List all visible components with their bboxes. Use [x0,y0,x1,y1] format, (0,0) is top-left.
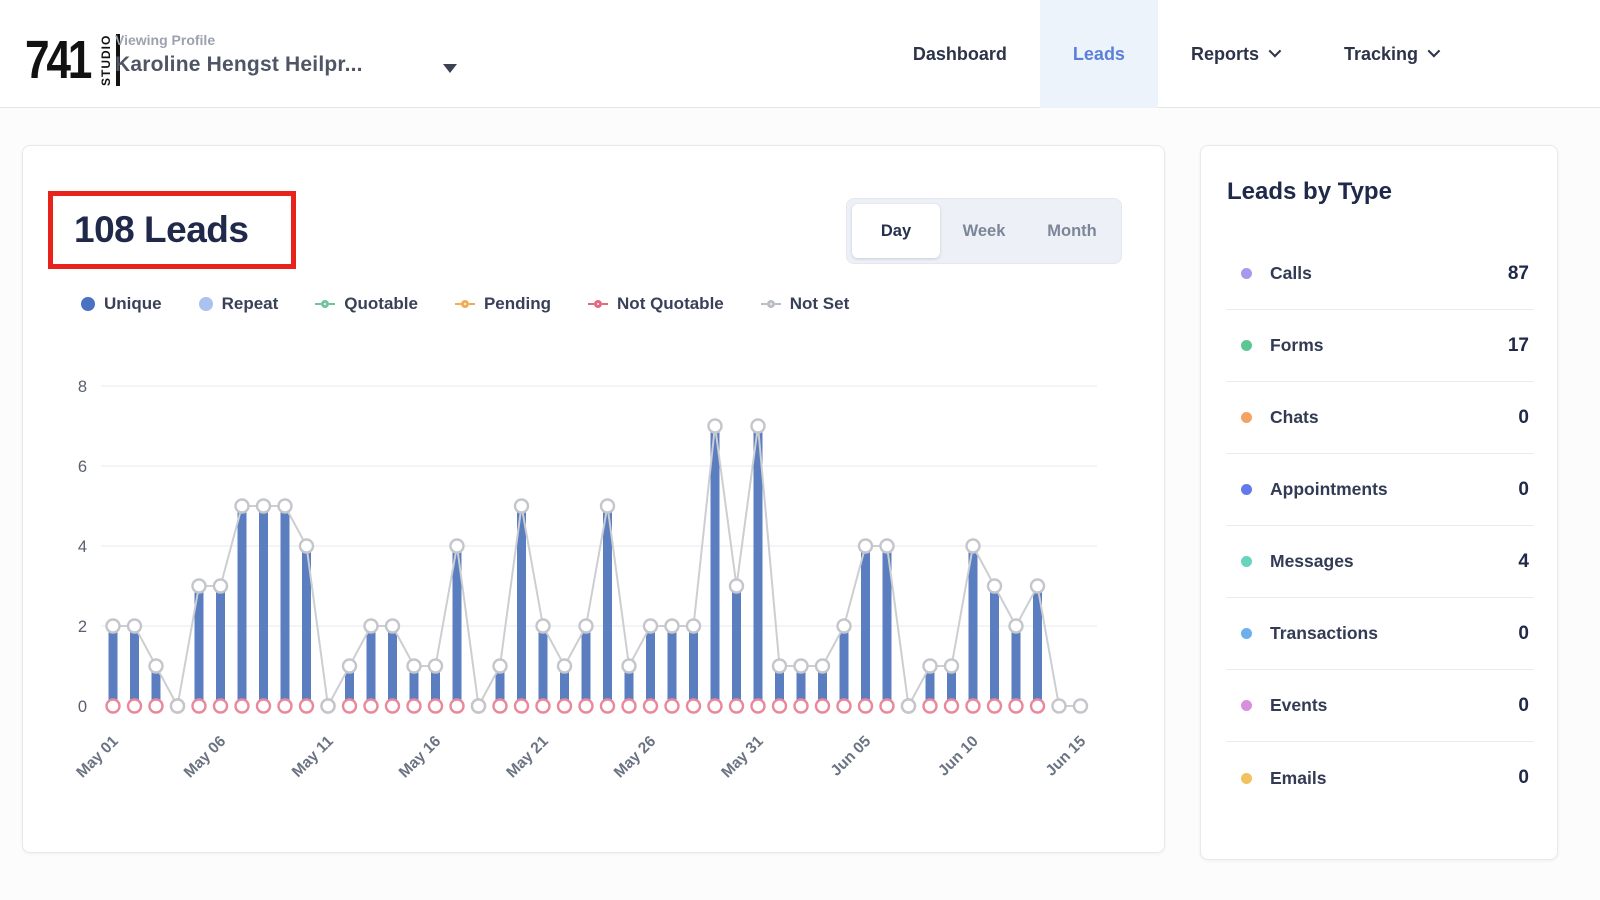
logo-number: 741 [25,33,89,87]
type-row-calls: Calls 87 [1227,238,1533,310]
events-dot-icon [1241,700,1252,711]
svg-text:2: 2 [78,618,87,636]
range-toggle: Day Week Month [846,198,1122,264]
not-set-marker-icon [761,300,781,308]
leads-by-type-list: Calls 87 Forms 17 Chats 0 Appointments 0… [1227,238,1533,814]
svg-text:May 06: May 06 [181,733,230,782]
chevron-down-icon [1428,44,1441,57]
type-row-appointments: Appointments 0 [1227,454,1533,526]
leads-by-type-title: Leads by Type [1227,178,1392,206]
profile-selector[interactable]: Viewing Profile Karoline Hengst Heilpr..… [115,32,363,77]
toggle-month-button[interactable]: Month [1028,204,1116,258]
top-header: 741 STUDIO Viewing Profile Karoline Heng… [0,0,1600,108]
leads-bar-chart: 0 2 4 6 8 May 01 May 06 May 11 May 16 May 21 May 2… [51,366,1143,836]
svg-text:Jun 05: Jun 05 [828,733,875,780]
nav-tracking[interactable]: Tracking [1311,0,1470,108]
svg-text:May 16: May 16 [396,733,445,782]
chevron-down-icon [1269,44,1282,57]
type-row-messages: Messages 4 [1227,526,1533,598]
svg-text:May 21: May 21 [503,733,552,782]
nav-reports[interactable]: Reports [1158,0,1311,108]
appointments-dot-icon [1241,484,1252,495]
svg-text:6: 6 [78,458,87,476]
annotation-box: 108 Leads [48,191,296,269]
chart-canvas: 0 2 4 6 8 May 01 May 06 May 11 May 16 May 21 May 2… [51,366,1143,836]
svg-text:8: 8 [78,378,87,396]
svg-text:0: 0 [78,698,87,716]
repeat-dot-icon [199,297,213,311]
legend-not-quotable: Not Quotable [588,294,724,314]
transactions-dot-icon [1241,628,1252,639]
chart-legend: Unique Repeat Quotable Pending Not Quota… [81,294,849,314]
toggle-day-button[interactable]: Day [852,204,940,258]
svg-text:4: 4 [78,538,87,556]
svg-text:Jun 15: Jun 15 [1043,733,1090,780]
quotable-marker-icon [315,300,335,308]
type-row-chats: Chats 0 [1227,382,1533,454]
pending-marker-icon [455,300,475,308]
svg-text:May 11: May 11 [289,733,337,781]
svg-text:Jun 10: Jun 10 [935,733,982,780]
not-quotable-marker-icon [588,300,608,308]
profile-name[interactable]: Karoline Hengst Heilpr... [115,53,363,77]
toggle-week-button[interactable]: Week [940,204,1028,258]
calls-count: 87 [1508,263,1533,285]
messages-dot-icon [1241,556,1252,567]
type-row-emails: Emails 0 [1227,742,1533,814]
leads-by-type-card: Leads by Type Calls 87 Forms 17 Chats 0 … [1200,145,1558,860]
type-row-forms: Forms 17 [1227,310,1533,382]
profile-dropdown-caret-icon[interactable] [443,64,457,73]
type-row-transactions: Transactions 0 [1227,598,1533,670]
chats-count: 0 [1518,407,1533,429]
app-logo: 741 STUDIO [25,32,120,88]
emails-dot-icon [1241,773,1252,784]
nav-dashboard[interactable]: Dashboard [880,0,1040,108]
transactions-count: 0 [1518,623,1533,645]
legend-repeat: Repeat [199,294,279,314]
legend-quotable: Quotable [315,294,418,314]
appointments-count: 0 [1518,479,1533,501]
nav-leads[interactable]: Leads [1040,0,1158,108]
type-row-events: Events 0 [1227,670,1533,742]
unique-dot-icon [81,297,95,311]
svg-text:May 26: May 26 [611,733,660,782]
calls-dot-icon [1241,268,1252,279]
forms-dot-icon [1241,340,1252,351]
legend-unique: Unique [81,294,162,314]
legend-not-set: Not Set [761,294,850,314]
svg-text:May 01: May 01 [73,733,122,782]
emails-count: 0 [1518,767,1533,789]
events-count: 0 [1518,695,1533,717]
svg-text:May 31: May 31 [718,733,767,782]
forms-count: 17 [1508,335,1533,357]
leads-chart-card: 108 Leads Day Week Month Unique Repeat Q… [22,145,1165,853]
viewing-profile-label: Viewing Profile [115,32,363,48]
logo-word: STUDIO [99,34,113,86]
chats-dot-icon [1241,412,1252,423]
main-nav: Dashboard Leads Reports Tracking [880,0,1470,108]
messages-count: 4 [1518,551,1533,573]
leads-count-title: 108 Leads [53,209,248,251]
legend-pending: Pending [455,294,551,314]
